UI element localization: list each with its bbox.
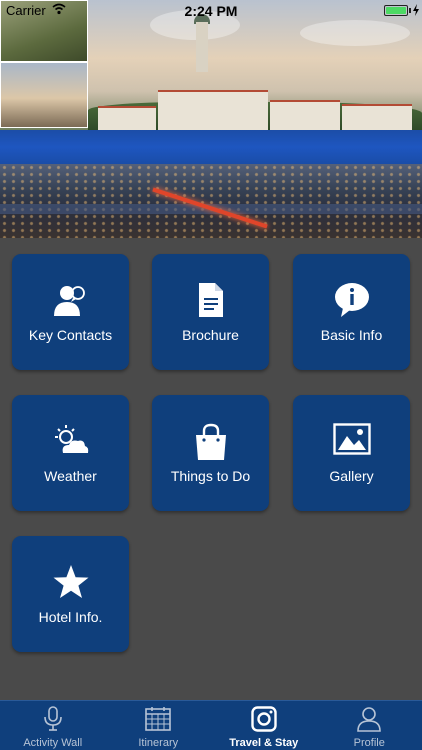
- calendar-icon: [106, 706, 212, 732]
- tab-activity-wall[interactable]: Activity Wall: [0, 701, 106, 750]
- tile-hotel-info[interactable]: Hotel Info.: [12, 536, 129, 652]
- clock: 2:24 PM: [184, 3, 238, 19]
- tile-key-contacts[interactable]: Key Contacts: [12, 254, 129, 370]
- tab-label: Travel & Stay: [229, 737, 299, 749]
- microphone-icon: [0, 706, 106, 732]
- monument-photo: [0, 62, 88, 128]
- charging-bolt-icon: [413, 4, 419, 16]
- camera-icon: [211, 706, 317, 732]
- star-icon: [12, 564, 129, 600]
- tile-gallery[interactable]: Gallery: [293, 395, 410, 511]
- status-bar: Carrier 2:24 PM: [0, 0, 422, 22]
- tile-label: Brochure: [182, 327, 239, 343]
- tile-label: Hotel Info.: [38, 609, 103, 625]
- contact-support-icon: [12, 282, 129, 318]
- tile-label: Weather: [44, 468, 97, 484]
- tile-label: Key Contacts: [28, 327, 113, 343]
- tab-label: Profile: [353, 737, 385, 749]
- tab-bar: Activity Wall Itinerary Travel & Stay Pr…: [0, 700, 422, 750]
- tab-travel-stay[interactable]: Travel & Stay: [211, 701, 317, 750]
- tab-profile[interactable]: Profile: [317, 701, 422, 750]
- header-blue-band: [0, 130, 422, 164]
- tile-weather[interactable]: Weather: [12, 395, 129, 511]
- tab-label: Activity Wall: [23, 737, 83, 749]
- tile-label: Gallery: [329, 468, 374, 484]
- person-icon: [317, 706, 422, 732]
- tile-things-to-do[interactable]: Things to Do: [152, 395, 269, 511]
- night-city-photo: [0, 164, 422, 238]
- header-city-collage: [0, 0, 422, 238]
- tile-basic-info[interactable]: Basic Info: [293, 254, 410, 370]
- tile-label: Basic Info: [320, 327, 383, 343]
- weather-icon: [12, 423, 129, 459]
- info-bubble-icon: [293, 282, 410, 318]
- battery-icon: [384, 5, 408, 16]
- document-icon: [152, 282, 269, 318]
- shopping-bag-icon: [152, 423, 269, 460]
- tile-label: Things to Do: [170, 468, 251, 484]
- tab-label: Itinerary: [138, 737, 179, 749]
- tile-brochure[interactable]: Brochure: [152, 254, 269, 370]
- tab-itinerary[interactable]: Itinerary: [106, 701, 212, 750]
- gallery-icon: [293, 423, 410, 459]
